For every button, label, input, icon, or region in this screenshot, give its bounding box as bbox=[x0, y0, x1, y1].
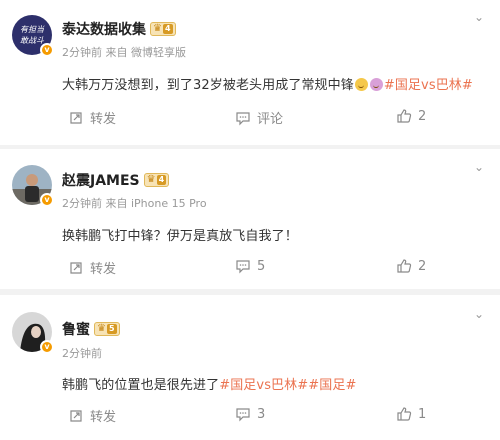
more-options-icon[interactable]: ⌄ bbox=[472, 307, 486, 321]
comment-button[interactable]: 3 bbox=[235, 406, 265, 422]
thumbs-up-icon bbox=[397, 259, 412, 273]
hashtag-link[interactable]: #国足# bbox=[308, 378, 356, 393]
verified-badge-icon: v bbox=[40, 43, 54, 57]
emoji-icon bbox=[369, 78, 383, 91]
comment-label: 评论 bbox=[257, 112, 284, 127]
comment-text: 韩鹏飞的位置也是很先进了#国足vs巴林##国足# bbox=[62, 374, 356, 393]
comment-body: 韩鹏飞的位置也是很先进了 bbox=[62, 378, 220, 393]
more-options-icon[interactable]: ⌄ bbox=[472, 10, 486, 24]
level-number: 4 bbox=[162, 24, 173, 34]
comment-button[interactable]: 评论 bbox=[235, 108, 283, 127]
comment-count: 5 bbox=[257, 258, 266, 274]
verified-badge-icon: v bbox=[40, 193, 54, 207]
comment-icon bbox=[236, 408, 250, 422]
level-badge: ♛ 4 bbox=[143, 173, 170, 187]
crown-icon: ♛ bbox=[146, 174, 156, 185]
comment-meta: 2分钟前 bbox=[62, 347, 102, 360]
comment-meta: 2分钟前 来自 微博轻享版 bbox=[62, 46, 186, 59]
level-number: 4 bbox=[156, 175, 167, 185]
forward-label: 转发 bbox=[90, 112, 117, 127]
like-count: 1 bbox=[418, 406, 427, 422]
comment-text: 大韩万万没想到，到了32岁被老头用成了常规中锋 #国足vs巴林# bbox=[62, 74, 473, 93]
level-number: 5 bbox=[106, 324, 117, 334]
level-badge: ♛ 5 bbox=[94, 322, 120, 336]
comment-icon bbox=[236, 260, 250, 274]
username-text[interactable]: 赵震JAMES bbox=[62, 170, 140, 190]
forward-icon bbox=[70, 409, 82, 422]
forward-button[interactable]: 转发 bbox=[68, 258, 116, 277]
forward-label: 转发 bbox=[90, 410, 117, 425]
verified-badge-icon: v bbox=[40, 340, 54, 354]
comment-icon bbox=[236, 111, 250, 125]
more-options-icon[interactable]: ⌄ bbox=[472, 160, 486, 174]
comment-button[interactable]: 5 bbox=[235, 258, 265, 274]
username-text[interactable]: 泰达数据收集 bbox=[62, 19, 146, 39]
svg-text:敢战斗: 敢战斗 bbox=[20, 36, 45, 45]
like-button[interactable]: 2 bbox=[396, 108, 426, 124]
crown-icon: ♛ bbox=[97, 323, 106, 334]
username[interactable]: 泰达数据收集 ♛ 4 bbox=[62, 19, 176, 39]
laugh-emoji-icon bbox=[354, 78, 368, 91]
svg-text:有担当: 有担当 bbox=[20, 25, 45, 34]
like-count: 2 bbox=[418, 258, 427, 274]
hashtag-link[interactable]: #国足vs巴林# bbox=[219, 378, 308, 393]
forward-icon bbox=[70, 111, 82, 124]
username[interactable]: 鲁蜜 ♛ 5 bbox=[62, 319, 120, 339]
like-button[interactable]: 1 bbox=[396, 406, 426, 422]
comment-feed: 有担当 敢战斗 v 泰达数据收集 ♛ 4 2分钟前 来自 微博轻享版 ⌄ 大韩万万… bbox=[0, 0, 500, 440]
username[interactable]: 赵震JAMES ♛ 4 bbox=[62, 170, 170, 190]
thumbs-up-icon bbox=[397, 407, 412, 421]
like-button[interactable]: 2 bbox=[396, 258, 426, 274]
comment-text: 换韩鹏飞打中锋？伊万是真放飞自我了！ bbox=[62, 225, 298, 244]
like-count: 2 bbox=[418, 108, 427, 124]
comment-body: 大韩万万没想到，到了32岁被老头用成了常规中锋 bbox=[62, 78, 354, 93]
comment-count: 3 bbox=[257, 406, 266, 422]
hashtag-link[interactable]: #国足vs巴林# bbox=[384, 78, 473, 93]
comment-body: 换韩鹏飞打中锋？伊万是真放飞自我了！ bbox=[62, 229, 298, 244]
username-text[interactable]: 鲁蜜 bbox=[62, 319, 90, 339]
comment-meta: 2分钟前 来自 iPhone 15 Pro bbox=[62, 197, 207, 210]
level-badge: ♛ 4 bbox=[150, 22, 176, 36]
forward-button[interactable]: 转发 bbox=[68, 406, 116, 425]
thumbs-up-icon bbox=[397, 109, 412, 123]
forward-icon bbox=[70, 261, 82, 274]
forward-label: 转发 bbox=[90, 262, 117, 277]
crown-icon: ♛ bbox=[153, 23, 162, 34]
forward-button[interactable]: 转发 bbox=[68, 108, 116, 127]
